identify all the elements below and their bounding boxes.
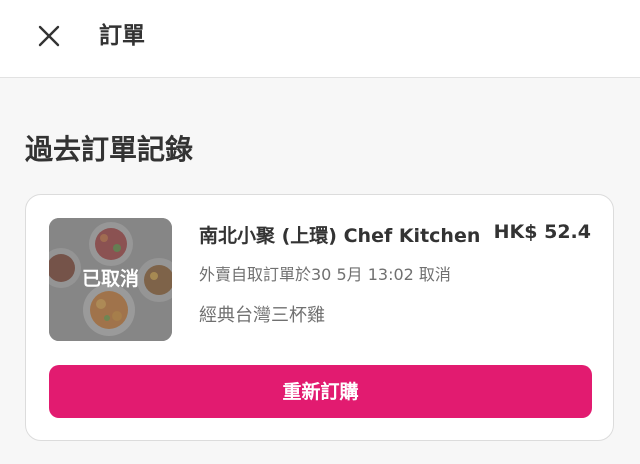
order-items: 經典台灣三杯雞 xyxy=(199,305,325,326)
page-title: 訂單 xyxy=(99,23,145,49)
top-bar: 訂單 xyxy=(0,0,640,78)
past-orders-heading: 過去訂單記錄 xyxy=(25,133,194,166)
order-status-text: 外賣自取訂單於30 5月 13:02 取消 xyxy=(199,265,451,284)
reorder-button-label: 重新訂購 xyxy=(282,380,359,403)
restaurant-name: 南北小聚 (上環) Chef Kitchen xyxy=(199,225,481,247)
order-thumbnail: 已取消 xyxy=(49,218,172,341)
order-price: HK$ 52.4 xyxy=(493,221,591,243)
close-button[interactable] xyxy=(28,15,70,57)
cancelled-badge: 已取消 xyxy=(81,268,139,290)
reorder-button[interactable]: 重新訂購 xyxy=(49,365,592,418)
order-card[interactable]: 已取消 南北小聚 (上環) Chef Kitchen HK$ 52.4 外賣自取… xyxy=(25,194,614,441)
close-icon xyxy=(38,25,60,47)
